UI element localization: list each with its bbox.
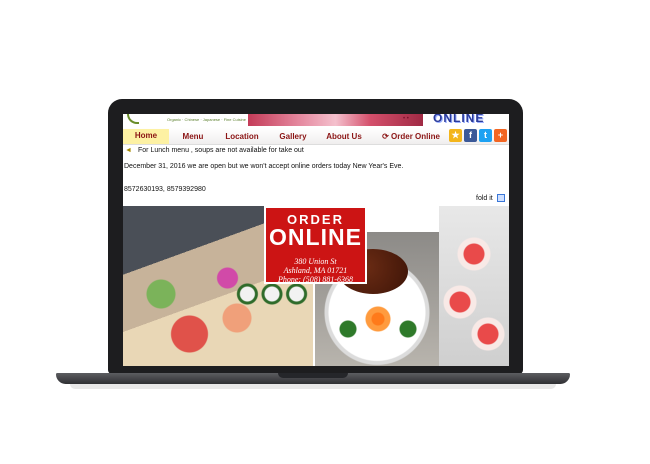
laptop-screen: Organic · Chinese · Japanese · Fine Cuis… <box>123 114 509 366</box>
order-online-card[interactable]: ORDER ONLINE 380 Union St Ashland, MA 01… <box>264 206 367 284</box>
holiday-notice: December 31, 2016 we are open but we won… <box>124 163 404 170</box>
nav-location[interactable]: Location <box>219 131 265 143</box>
facebook-icon[interactable]: f <box>464 129 477 142</box>
laptop-shadow <box>70 384 556 389</box>
banner-dots: • • <box>403 116 409 122</box>
share-icon[interactable]: + <box>494 129 507 142</box>
twitter-icon[interactable]: t <box>479 129 492 142</box>
fold-it-link[interactable]: fold it <box>476 195 493 202</box>
sushi-rolls-right-photo <box>439 206 509 366</box>
fold-checkbox-icon[interactable] <box>497 194 505 202</box>
favorite-icon[interactable]: ★ <box>449 129 462 142</box>
herb-garnish <box>328 314 428 344</box>
nav-order-online-label: Order Online <box>391 132 440 141</box>
main-nav: Home Menu Location Gallery About Us ⟳ Or… <box>123 128 509 145</box>
lunch-notice: For Lunch menu , soups are not available… <box>138 147 304 154</box>
banner-tagline: Organic · Chinese · Japanese · Fine Cuis… <box>167 117 246 122</box>
site-banner: Organic · Chinese · Japanese · Fine Cuis… <box>123 114 509 126</box>
banner-food-image <box>248 114 423 126</box>
order-card-address1: 380 Union St <box>294 257 337 266</box>
nav-order-online[interactable]: ⟳ Order Online <box>379 131 443 143</box>
leaf-logo-icon <box>127 114 139 124</box>
phone-numbers: 8572630193, 8579392980 <box>124 186 206 193</box>
refresh-icon: ⟳ <box>382 132 389 141</box>
order-card-phone: Phone: (508) 881-6368 <box>277 275 354 284</box>
nav-menu[interactable]: Menu <box>173 131 213 143</box>
order-card-line2: ONLINE <box>269 224 362 250</box>
banner-brand: ONLINE <box>423 114 493 125</box>
laptop-notch <box>278 373 348 378</box>
nav-about-us[interactable]: About Us <box>321 131 367 143</box>
nav-gallery[interactable]: Gallery <box>271 131 315 143</box>
speaker-icon: ◄ <box>125 147 132 154</box>
banner-brand-text: ONLINE <box>433 114 485 125</box>
order-card-address2: Ashland, MA 01721 <box>283 266 348 275</box>
nav-home[interactable]: Home <box>123 129 169 144</box>
